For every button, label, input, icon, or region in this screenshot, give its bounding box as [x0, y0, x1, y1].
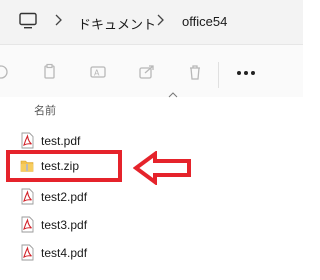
delete-icon[interactable] [186, 63, 204, 81]
pdf-file-icon [21, 132, 34, 149]
file-name: test4.pdf [41, 246, 88, 260]
svg-text:A: A [94, 69, 100, 78]
copy-icon[interactable] [40, 63, 58, 81]
share-icon[interactable] [138, 63, 156, 81]
left-arrow-icon [133, 151, 191, 185]
breadcrumb-item-documents[interactable]: ドキュメント [78, 14, 156, 33]
highlight-box [6, 150, 122, 182]
sort-up-icon [168, 92, 178, 98]
command-bar: A [0, 45, 303, 97]
file-name: test3.pdf [41, 218, 88, 232]
breadcrumb-item-current-folder[interactable]: office54 [182, 14, 227, 29]
file-row[interactable]: test4.pdf [0, 241, 303, 265]
chevron-right-icon [55, 14, 62, 26]
toolbar-divider [218, 62, 219, 88]
address-bar: ドキュメント office54 [0, 0, 303, 45]
rename-icon[interactable]: A [89, 63, 107, 81]
file-name: test2.pdf [41, 190, 88, 204]
file-name: test.pdf [41, 134, 81, 148]
chevron-right-icon [157, 14, 164, 26]
pdf-file-icon [21, 216, 34, 233]
pdf-file-icon [21, 244, 34, 261]
more-options-icon[interactable] [236, 70, 256, 76]
pdf-file-icon [21, 188, 34, 205]
computer-icon[interactable] [18, 12, 38, 30]
new-item-icon[interactable] [0, 63, 10, 81]
file-row[interactable]: test2.pdf [0, 185, 303, 209]
column-header-name[interactable]: 名前 [34, 102, 56, 118]
file-row[interactable]: test3.pdf [0, 213, 303, 237]
